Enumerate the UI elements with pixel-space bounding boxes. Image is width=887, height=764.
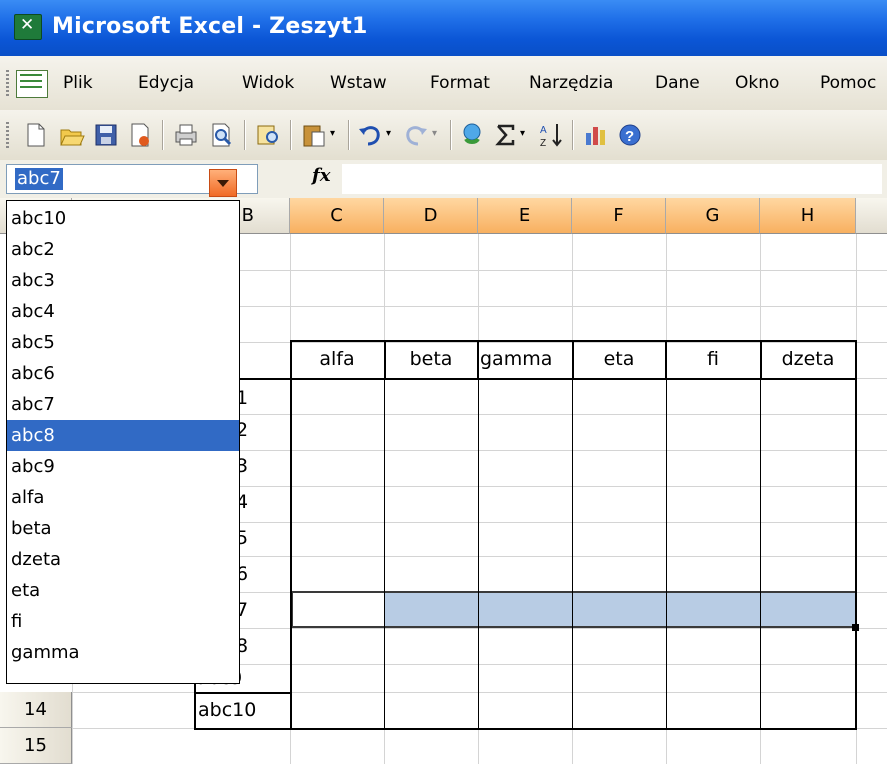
dropdown-item[interactable]: alfa — [7, 482, 239, 513]
table-header-fi[interactable]: fi — [666, 341, 760, 377]
open-icon[interactable] — [58, 121, 86, 149]
dropdown-item[interactable]: fi — [7, 606, 239, 637]
new-icon[interactable] — [22, 121, 50, 149]
hyperlink-icon[interactable] — [458, 121, 486, 149]
dropdown-item[interactable]: abc6 — [7, 358, 239, 389]
row-label-8[interactable]: 8 — [236, 628, 286, 664]
row-label-3[interactable]: 3 — [236, 448, 286, 484]
table-header-beta[interactable]: beta — [384, 341, 478, 377]
table-header-gamma[interactable]: gamma — [478, 341, 572, 377]
name-box[interactable]: abc7 — [6, 164, 258, 197]
table-header-eta[interactable]: eta — [572, 341, 666, 377]
row-label-2[interactable]: 2 — [236, 412, 286, 448]
menu-file[interactable]: Plik — [63, 73, 93, 93]
row-label-7[interactable]: 7 — [236, 592, 286, 628]
paste-icon[interactable] — [300, 121, 328, 149]
row-label-6[interactable]: 6 — [236, 556, 286, 592]
workbook-icon[interactable] — [16, 70, 48, 98]
col-header-i[interactable] — [856, 198, 887, 234]
formula-bar: abc7 fx — [0, 160, 887, 199]
table-header-alfa[interactable]: alfa — [290, 341, 384, 377]
menu-view[interactable]: Widok — [242, 73, 294, 93]
row-label-1[interactable]: 1 — [236, 380, 286, 416]
autosum-icon[interactable] — [492, 121, 520, 149]
undo-icon[interactable] — [356, 121, 384, 149]
redo-dropdown-icon[interactable]: ▾ — [432, 128, 442, 139]
dropdown-item[interactable]: abc5 — [7, 327, 239, 358]
row-label-4[interactable]: 4 — [236, 484, 286, 520]
dropdown-item-selected[interactable]: abc8 — [7, 420, 239, 451]
dropdown-item[interactable]: dzeta — [7, 544, 239, 575]
name-box-dropdown-list[interactable]: abc10 abc2 abc3 abc4 abc5 abc6 abc7 abc8… — [6, 200, 240, 684]
col-header-g[interactable]: G — [666, 198, 760, 234]
svg-text:?: ? — [625, 128, 634, 145]
svg-text:Z: Z — [540, 138, 546, 149]
row-label-abc10[interactable]: abc10 — [198, 692, 292, 728]
row-header-15[interactable]: 15 — [0, 728, 72, 764]
menu-tools[interactable]: Narzędzia — [529, 73, 613, 93]
redo-icon[interactable] — [402, 121, 430, 149]
fx-icon[interactable]: fx — [312, 165, 330, 186]
menu-grip-icon — [6, 70, 9, 96]
name-box-value[interactable]: abc7 — [15, 168, 63, 190]
toolbar-grip-icon — [6, 122, 9, 148]
menu-insert[interactable]: Wstaw — [330, 73, 387, 93]
dropdown-item[interactable]: eta — [7, 575, 239, 606]
help-icon[interactable]: ? — [616, 121, 644, 149]
svg-text:A: A — [540, 125, 547, 136]
col-header-c[interactable]: C — [290, 198, 384, 234]
research-icon[interactable] — [254, 121, 282, 149]
autosum-dropdown-icon[interactable]: ▾ — [520, 128, 530, 139]
menu-format[interactable]: Format — [430, 73, 490, 93]
col-header-h[interactable]: H — [760, 198, 856, 234]
window-title: Microsoft Excel - Zeszyt1 — [52, 14, 368, 39]
sort-ascending-icon[interactable]: A Z — [538, 121, 566, 149]
table-body-border — [290, 378, 857, 730]
menu-data[interactable]: Dane — [655, 73, 700, 93]
dropdown-item[interactable]: abc2 — [7, 234, 239, 265]
title-bar: Microsoft Excel - Zeszyt1 — [0, 0, 887, 56]
name-box-dropdown-icon[interactable] — [209, 169, 237, 197]
menu-edit[interactable]: Edycja — [138, 73, 194, 93]
row-label-5[interactable]: 5 — [236, 520, 286, 556]
menu-window[interactable]: Okno — [735, 73, 779, 93]
col-header-f[interactable]: F — [572, 198, 666, 234]
print-icon[interactable] — [172, 121, 200, 149]
paste-dropdown-icon[interactable]: ▾ — [330, 128, 340, 139]
dropdown-item[interactable]: abc3 — [7, 265, 239, 296]
dropdown-item[interactable]: abc7 — [7, 389, 239, 420]
dropdown-item[interactable]: abc10 — [7, 203, 239, 234]
menu-help[interactable]: Pomoc — [820, 73, 876, 93]
row-header-14[interactable]: 14 — [0, 692, 72, 728]
undo-dropdown-icon[interactable]: ▾ — [386, 128, 396, 139]
standard-toolbar: ▾ ▾ ▾ ▾ A Z ? — [0, 110, 887, 161]
formula-input[interactable] — [342, 164, 882, 194]
print-preview-icon[interactable] — [208, 121, 236, 149]
chart-wizard-icon[interactable] — [582, 121, 610, 149]
table-header-dzeta[interactable]: dzeta — [760, 341, 856, 377]
col-header-d[interactable]: D — [384, 198, 478, 234]
dropdown-item[interactable]: abc9 — [7, 451, 239, 482]
menu-bar: Plik Edycja Widok Wstaw Format Narzędzia… — [0, 56, 887, 111]
dropdown-item[interactable]: beta — [7, 513, 239, 544]
excel-app-icon — [14, 14, 42, 40]
dropdown-item[interactable]: gamma — [7, 637, 239, 668]
dropdown-item[interactable]: abc4 — [7, 296, 239, 327]
save-icon[interactable] — [92, 121, 120, 149]
col-header-e[interactable]: E — [478, 198, 572, 234]
permission-icon[interactable] — [126, 121, 154, 149]
